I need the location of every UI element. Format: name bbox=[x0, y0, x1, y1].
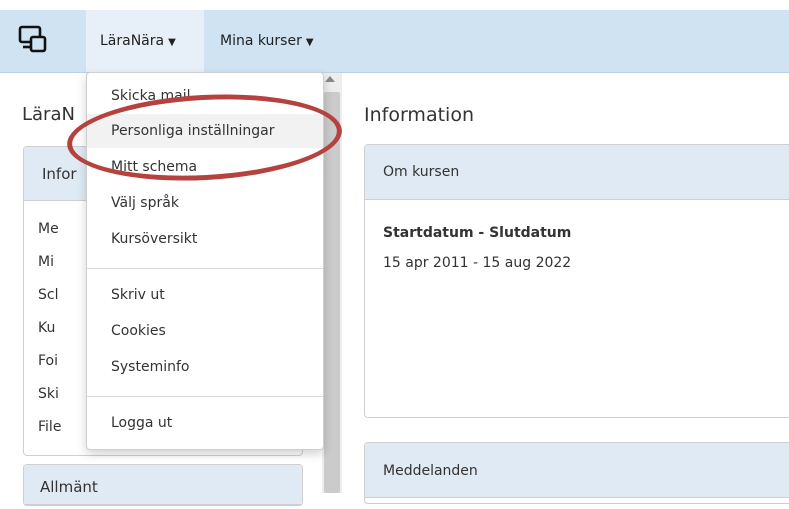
menu-item-personal-settings[interactable]: Personliga inställningar bbox=[87, 114, 323, 148]
date-range-label: Startdatum - Slutdatum bbox=[383, 225, 572, 241]
course-info-panel: Om kursen Startdatum - Slutdatum 15 apr … bbox=[364, 144, 789, 418]
sidebar-general-panel: Allmänt bbox=[23, 464, 303, 506]
menu-item-cookies[interactable]: Cookies bbox=[87, 314, 323, 348]
sidebar-link[interactable]: Ku bbox=[38, 320, 55, 336]
top-navbar: LäraNära ▼ Mina kurser ▼ bbox=[0, 10, 789, 73]
nav-menu-mina-kurser[interactable]: Mina kurser ▼ bbox=[206, 10, 346, 72]
sidebar-link[interactable]: Mi bbox=[38, 254, 54, 270]
scroll-up-icon[interactable] bbox=[325, 76, 335, 82]
scrollbar-thumb[interactable] bbox=[324, 92, 340, 493]
nav-menu-laranara[interactable]: LäraNära ▼ bbox=[86, 10, 204, 72]
menu-divider bbox=[87, 396, 323, 397]
caret-down-icon: ▼ bbox=[305, 37, 314, 48]
menu-item-send-mail[interactable]: Skicka mail bbox=[87, 79, 323, 113]
menu-item-logout[interactable]: Logga ut bbox=[87, 406, 323, 440]
page-title: Information bbox=[364, 104, 474, 126]
nav-menu-laranara-label: LäraNära bbox=[100, 33, 165, 49]
sidebar-link[interactable]: Scl bbox=[38, 287, 58, 303]
messages-heading: Meddelanden bbox=[365, 443, 789, 498]
sidebar-link[interactable]: Ski bbox=[38, 386, 59, 402]
menu-divider bbox=[87, 268, 323, 269]
menu-item-course-overview[interactable]: Kursöversikt bbox=[87, 222, 323, 256]
nav-menu-mina-kurser-label: Mina kurser bbox=[220, 33, 302, 49]
devices-icon[interactable] bbox=[18, 25, 48, 55]
sidebar-link[interactable]: Me bbox=[38, 221, 59, 237]
sidebar-general-heading[interactable]: Allmänt bbox=[24, 465, 302, 505]
menu-item-my-schedule[interactable]: Mitt schema bbox=[87, 150, 323, 184]
messages-panel: Meddelanden bbox=[364, 442, 789, 504]
menu-item-choose-language[interactable]: Välj språk bbox=[87, 186, 323, 220]
date-range-value: 15 apr 2011 - 15 aug 2022 bbox=[383, 255, 572, 271]
course-info-heading: Om kursen bbox=[365, 145, 789, 200]
sidebar-link[interactable]: File bbox=[38, 419, 61, 435]
sidebar-link[interactable]: Foi bbox=[38, 353, 58, 369]
caret-down-icon: ▼ bbox=[168, 37, 176, 48]
laranara-dropdown-menu: Skicka mail Personliga inställningar Mit… bbox=[86, 72, 324, 450]
menu-item-system-info[interactable]: Systeminfo bbox=[87, 350, 323, 384]
menu-item-print[interactable]: Skriv ut bbox=[87, 278, 323, 312]
sidebar-title: LäraN bbox=[22, 104, 75, 125]
